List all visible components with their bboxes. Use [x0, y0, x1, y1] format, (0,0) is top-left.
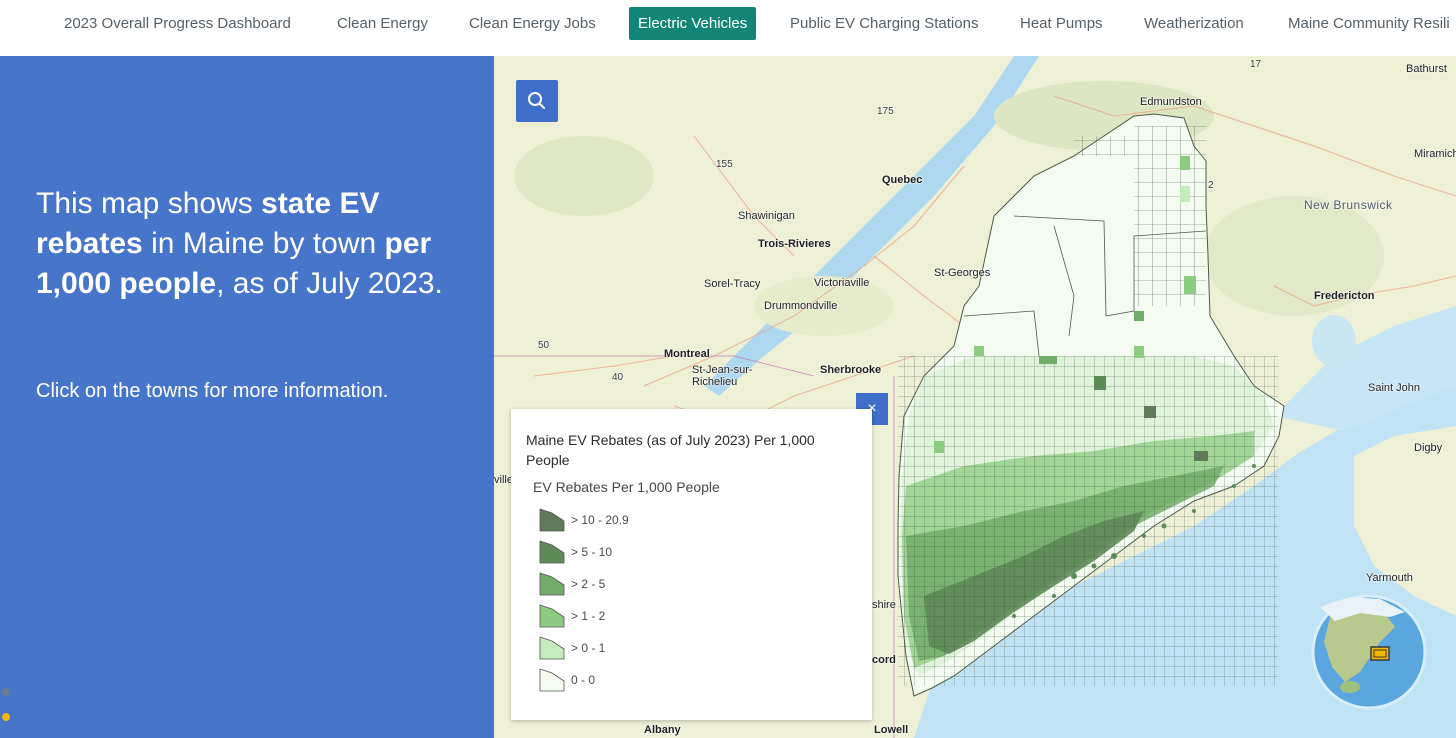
label-digby: Digby [1414, 442, 1443, 454]
legend-class-label: > 0 - 1 [571, 641, 606, 655]
label-shire: shire [872, 599, 896, 611]
label-st-jean-sur-richelieu: St-Jean-sur-Richelieu [692, 364, 753, 388]
narrative-hint: Click on the towns for more information. [36, 380, 389, 402]
tab-clean-energy[interactable]: Clean Energy [337, 7, 428, 40]
label-concord: cord [872, 654, 896, 666]
legend-title: Maine EV Rebates (as of July 2023) Per 1… [526, 432, 815, 468]
label-yarmouth: Yarmouth [1366, 572, 1413, 584]
label-saint-john: Saint John [1368, 382, 1420, 394]
label-shawinigan: Shawinigan [738, 210, 795, 222]
label-lowell: Lowell [874, 724, 909, 736]
tab-public-ev-charging[interactable]: Public EV Charging Stations [790, 7, 978, 40]
tab-clean-energy-jobs[interactable]: Clean Energy Jobs [469, 7, 596, 40]
label-sorel-tracy: Sorel-Tracy [704, 278, 761, 290]
legend-swatch [539, 604, 565, 628]
label-st-georges: St-Georges [934, 267, 991, 279]
scroll-dot-inactive[interactable] [2, 688, 10, 696]
legend-class-label: > 5 - 10 [571, 545, 613, 559]
legend-swatch [539, 540, 565, 564]
scroll-dot-active[interactable] [2, 713, 10, 721]
legend-class-label: > 2 - 5 [571, 577, 606, 591]
label-route-50: 50 [538, 340, 550, 351]
label-miramichi: Miramich [1414, 148, 1456, 160]
search-icon [528, 92, 545, 109]
legend-class-label: 0 - 0 [571, 673, 596, 687]
legend-panel: Maine EV Rebates (as of July 2023) Per 1… [511, 409, 872, 720]
legend-class-label: > 1 - 2 [571, 609, 606, 623]
legend-swatch [539, 572, 565, 596]
lead-text-2: in Maine by town [142, 227, 385, 260]
narrative-lead-text: This map shows state EV rebates in Maine… [36, 184, 456, 304]
label-route-40: 40 [612, 372, 624, 383]
lead-text-3: , as of July 2023. [216, 267, 443, 300]
top-navigation: 2023 Overall Progress Dashboard Clean En… [0, 0, 1456, 56]
map-search-button[interactable] [516, 80, 558, 122]
label-quebec: Quebec [882, 174, 923, 186]
label-trois-rivieres: Trois-Rivieres [758, 238, 831, 250]
tab-electric-vehicles[interactable]: Electric Vehicles [629, 7, 757, 40]
tab-heat-pumps[interactable]: Heat Pumps [1020, 7, 1103, 40]
label-drummondville: Drummondville [764, 300, 838, 312]
legend-swatch [539, 636, 565, 660]
label-montreal: Montreal [664, 348, 710, 360]
legend-swatch [539, 508, 565, 532]
label-sherbrooke: Sherbrooke [820, 364, 882, 376]
label-albany: Albany [644, 724, 681, 736]
tab-community-resilience[interactable]: Maine Community Resili [1288, 7, 1450, 40]
tab-weatherization[interactable]: Weatherization [1144, 7, 1244, 40]
legend-class-label: > 10 - 20.9 [571, 513, 629, 527]
overview-globe[interactable] [1310, 587, 1428, 721]
label-route-175: 175 [877, 106, 894, 117]
label-route-17: 17 [1250, 59, 1262, 70]
label-route-155: 155 [716, 159, 733, 170]
legend-swatch [539, 668, 565, 692]
label-bathurst: Bathurst [1406, 63, 1447, 75]
tab-overall-progress[interactable]: 2023 Overall Progress Dashboard [64, 7, 291, 40]
label-route-2: 2 [1208, 180, 1214, 191]
lead-text-1: This map shows [36, 187, 262, 220]
label-victoriaville: Victoriaville [814, 277, 870, 289]
label-edmundston: Edmundston [1140, 96, 1202, 108]
legend-subtitle: EV Rebates Per 1,000 People [533, 479, 720, 495]
label-new-brunswick: New Brunswick [1304, 198, 1393, 212]
label-fredericton: Fredericton [1314, 290, 1375, 302]
narrative-panel: This map shows state EV rebates in Maine… [0, 56, 494, 738]
